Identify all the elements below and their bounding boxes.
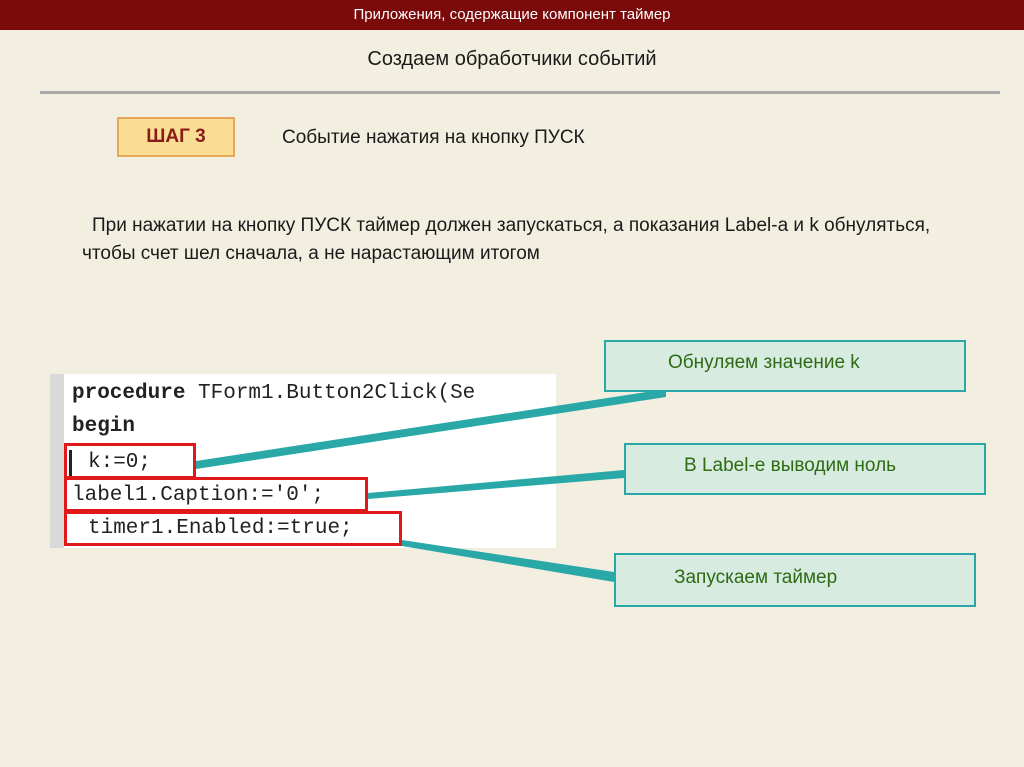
- callout-label-zero-text: В Label-е выводим ноль: [684, 455, 897, 476]
- connector-label-zero: [368, 470, 624, 499]
- callout-start-timer: Запускаем таймер: [614, 553, 976, 607]
- callout-reset-k-text: Обнуляем значение k: [668, 352, 860, 373]
- callout-reset-k: Обнуляем значение k: [604, 340, 966, 392]
- callout-label-zero: В Label-е выводим ноль: [624, 443, 986, 495]
- connector-start-timer: [402, 540, 614, 582]
- connector-reset-k: [196, 389, 666, 469]
- callout-start-timer-text: Запускаем таймер: [674, 567, 838, 588]
